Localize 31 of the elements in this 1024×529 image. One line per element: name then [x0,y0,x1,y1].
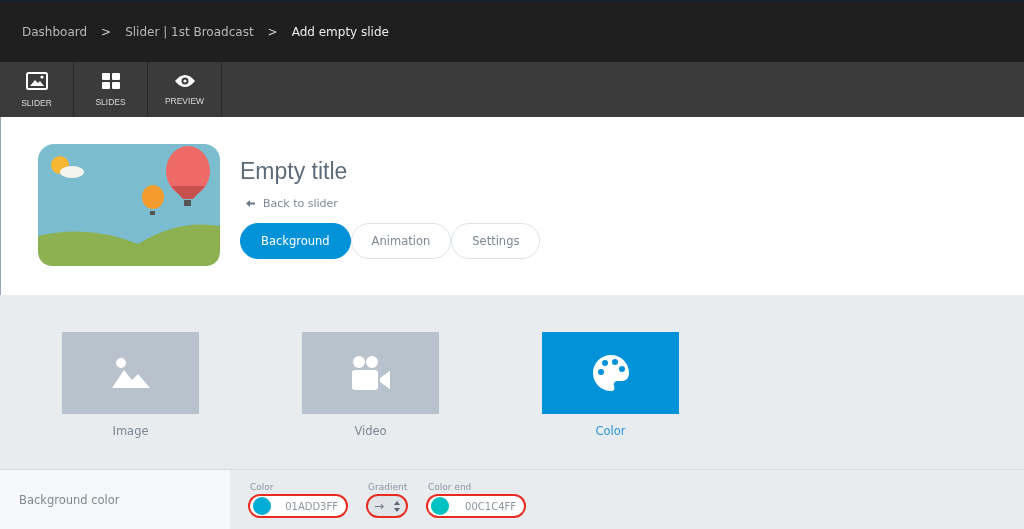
tab[interactable]: Background [240,223,351,259]
field-label: Gradient [368,482,408,492]
source-label: Color [595,424,626,438]
image-icon [25,71,48,90]
breadcrumb-link[interactable]: Slider | 1st Broadcast [125,25,254,39]
video-camera-icon [351,356,390,390]
color-field[interactable]: 00C1C4FF [426,494,526,518]
palette-icon [592,355,629,391]
chevron-icon: > [101,25,112,39]
back-link[interactable]: Back to slider [246,197,541,210]
source-tile[interactable] [62,332,199,414]
arrow-left-icon [246,200,255,207]
updown-icon [394,500,400,512]
field-label: Color [250,482,275,492]
source-label: Video [354,424,387,438]
row-label: Background color [0,470,230,529]
current-page-title: Add empty slide [291,25,389,39]
eye-icon [174,73,195,88]
source-tile[interactable] [542,332,679,414]
grid-icon [101,72,120,89]
chevron-icon: > [267,25,278,39]
color-field[interactable]: 01ADD3FF [248,494,348,518]
field-label: Color end [428,482,473,492]
tab[interactable]: Animation [350,223,452,259]
gradient-select[interactable]: → [366,494,408,518]
source-label: Image [112,424,149,438]
tab[interactable]: Settings [451,223,541,259]
breadcrumb-link[interactable]: Dashboard [22,25,88,39]
slide-title: Empty title [240,158,349,185]
source-tile[interactable] [302,332,439,414]
image-icon [111,358,150,388]
